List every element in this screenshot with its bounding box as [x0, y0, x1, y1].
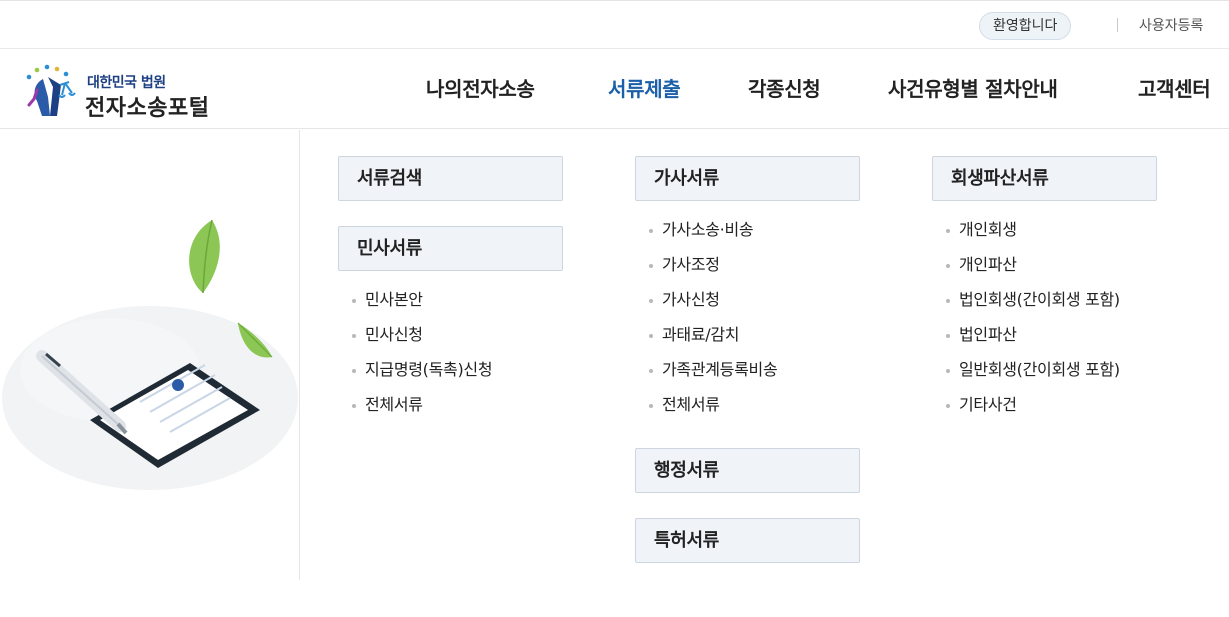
family-litigation-link[interactable]: 가사소송·비송	[648, 219, 754, 241]
menu-illustration-panel	[0, 130, 300, 580]
nav-customer-center[interactable]: 고객센터	[1138, 49, 1211, 129]
personal-bankruptcy-link[interactable]: 개인파산	[946, 254, 1017, 276]
nav-applications[interactable]: 각종신청	[748, 49, 821, 129]
civil-documents-heading[interactable]: 민사서류	[338, 226, 563, 271]
nav-my-e-litigation[interactable]: 나의전자소송	[426, 49, 535, 129]
tablet-pen-illustration	[2, 219, 298, 490]
utility-bar: 환영합니다 사용자등록	[0, 0, 1229, 49]
nav-procedure-guide[interactable]: 사건유형별 절차안내	[888, 49, 1058, 129]
document-search-button[interactable]: 서류검색	[338, 156, 563, 201]
general-rehab-link[interactable]: 일반회생(간이회생 포함)	[946, 359, 1120, 381]
family-registration-link[interactable]: 가족관계등록비송	[648, 359, 778, 381]
register-link[interactable]: 사용자등록	[1139, 16, 1203, 36]
court-emblem-icon	[26, 64, 76, 116]
family-mediation-link[interactable]: 가사조정	[649, 254, 720, 276]
family-documents-heading[interactable]: 가사서류	[635, 156, 860, 201]
administrative-documents-button[interactable]: 행정서류	[635, 448, 860, 493]
main-header: 대한민국 법원 전자소송포털 나의전자소송 서류제출 각종신청 사건유형별 절차…	[0, 49, 1229, 129]
nav-document-submission[interactable]: 서류제출	[608, 49, 681, 129]
personal-rehab-link[interactable]: 개인회생	[946, 219, 1017, 241]
civil-main-link[interactable]: 민사본안	[352, 289, 423, 311]
site-logo[interactable]: 대한민국 법원 전자소송포털	[20, 59, 240, 121]
rehab-bankruptcy-heading[interactable]: 회생파산서류	[932, 156, 1157, 201]
logo-subtitle: 대한민국 법원	[87, 75, 166, 91]
civil-application-link[interactable]: 민사신청	[352, 324, 423, 346]
corporate-rehab-link[interactable]: 법인회생(간이회생 포함)	[946, 289, 1120, 311]
patent-documents-button[interactable]: 특허서류	[635, 518, 860, 563]
divider	[1117, 18, 1118, 32]
civil-all-documents-link[interactable]: 전체서류	[352, 394, 423, 416]
other-cases-link[interactable]: 기타사건	[946, 394, 1017, 416]
family-all-documents-link[interactable]: 전체서류	[649, 394, 720, 416]
payment-order-link[interactable]: 지급명령(독촉)신청	[351, 359, 493, 381]
welcome-badge: 환영합니다	[979, 12, 1072, 40]
family-application-link[interactable]: 가사신청	[649, 289, 720, 311]
logo-title: 전자소송포털	[85, 96, 210, 121]
corporate-bankruptcy-link[interactable]: 법인파산	[946, 324, 1017, 346]
fine-detention-link[interactable]: 과태료/감치	[648, 324, 740, 346]
